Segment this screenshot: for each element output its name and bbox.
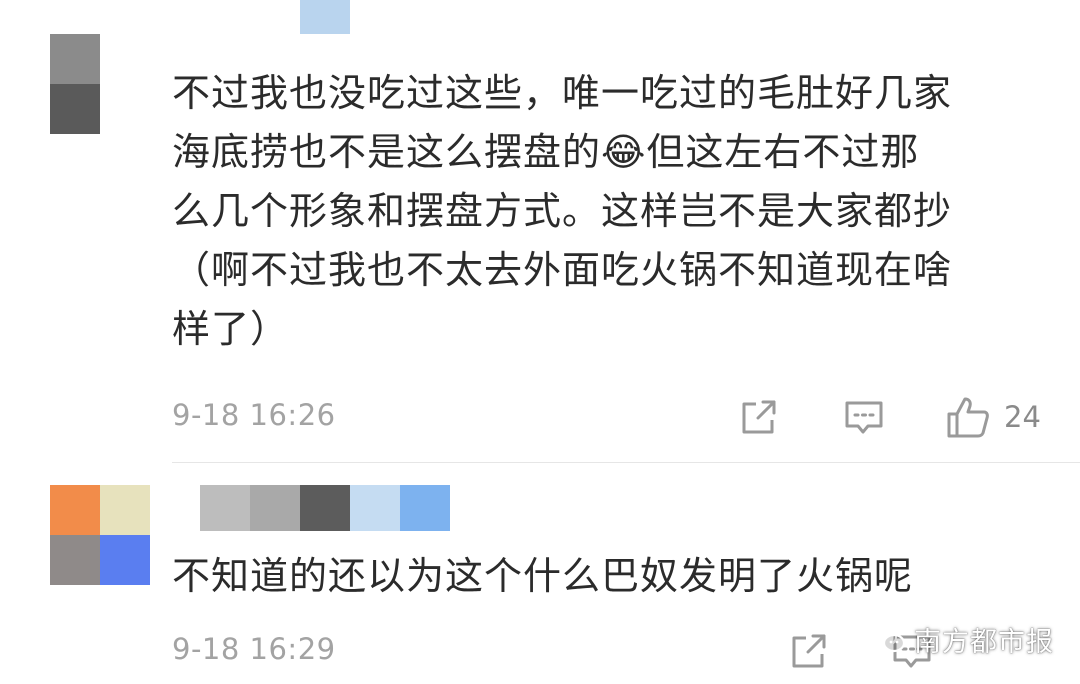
- avatar-pixel: [50, 535, 100, 585]
- divider: [172, 462, 1080, 463]
- share-icon: [792, 634, 826, 668]
- comment-line: 么几个形象和摆盘方式。这样岂不是大家都抄: [172, 189, 953, 233]
- timestamp: 9-18 16:29: [172, 632, 336, 666]
- comment-line: 不过我也没吃过这些，唯一吃过的毛肚好几家: [172, 71, 953, 115]
- avatar-pixel: [50, 84, 100, 134]
- thumbs-up-icon: [947, 397, 989, 438]
- username[interactable]: [200, 485, 450, 531]
- avatar-lower: [50, 84, 150, 134]
- wechat-icon: [872, 626, 906, 652]
- username-pixel: [350, 485, 400, 531]
- timestamp: 9-18 16:26: [172, 398, 336, 432]
- comment-line: 样了）: [172, 307, 290, 351]
- comment-line: 海底捞也不是这么摆盘的😂但这左右不过那: [172, 130, 920, 174]
- share-button[interactable]: [789, 633, 829, 669]
- avatar-pixel: [50, 485, 100, 535]
- comment-text: 不知道的还以为这个什么巴奴发明了火锅呢: [172, 547, 1052, 606]
- watermark-text: 南方都市报: [914, 627, 1054, 658]
- reply-button[interactable]: [844, 400, 884, 436]
- comment-icon: [845, 401, 883, 434]
- comment-line: （啊不过我也不太去外面吃火锅不知道现在啥: [172, 248, 953, 292]
- comment-line: 不知道的还以为这个什么巴奴发明了火锅呢: [172, 554, 914, 598]
- avatar[interactable]: [50, 485, 150, 585]
- username-pixel: [250, 0, 300, 34]
- avatar-pixel: [100, 535, 150, 585]
- share-icon: [742, 400, 776, 434]
- username-pixel: [200, 485, 250, 531]
- avatar-pixel: [100, 34, 150, 84]
- username[interactable]: [200, 0, 350, 34]
- avatar-pixel: [100, 485, 150, 535]
- username-pixel: [250, 485, 300, 531]
- username-pixel: [300, 485, 350, 531]
- like-button[interactable]: 24: [946, 396, 1041, 438]
- comment-item: 不过我也没吃过这些，唯一吃过的毛肚好几家 海底捞也不是这么摆盘的😂但这左右不过那…: [0, 0, 1080, 460]
- username-pixel: [200, 0, 250, 34]
- comment-text: 不过我也没吃过这些，唯一吃过的毛肚好几家 海底捞也不是这么摆盘的😂但这左右不过那…: [172, 64, 1052, 359]
- username-pixel: [400, 485, 450, 531]
- avatar-pixel: [50, 34, 100, 84]
- watermark: 南方都市报: [872, 620, 1054, 659]
- share-button[interactable]: [739, 399, 779, 435]
- username-pixel: [300, 0, 350, 34]
- avatar-pixel: [100, 84, 150, 134]
- like-count: 24: [1004, 400, 1041, 434]
